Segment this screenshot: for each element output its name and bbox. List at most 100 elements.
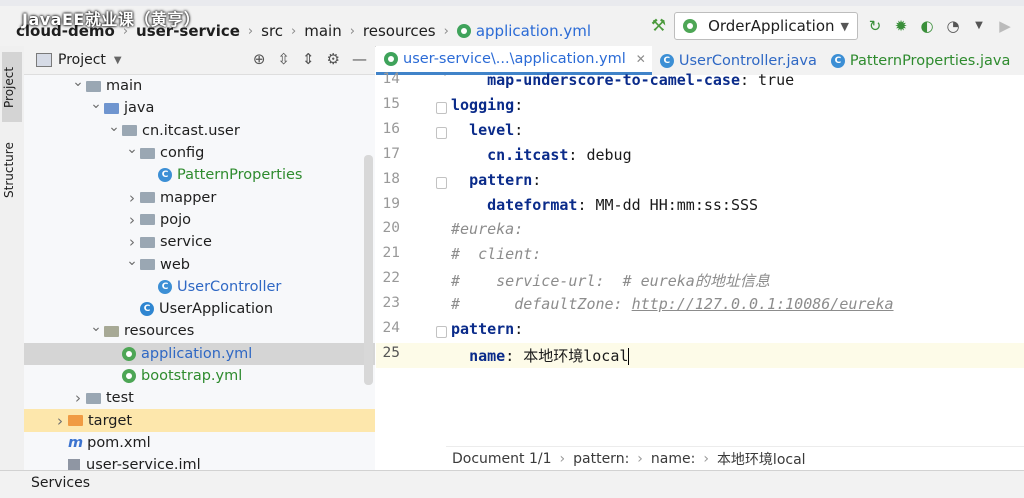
tree-item[interactable]: ⌄ resources bbox=[24, 319, 375, 342]
collapse-all-icon[interactable]: ⇕ bbox=[302, 50, 315, 68]
chevron-down-icon[interactable]: ▼ bbox=[114, 55, 122, 66]
tree-item[interactable]: ⌄ main bbox=[24, 75, 375, 97]
yaml-comment: # service-url: # eureka的地址信息 bbox=[451, 272, 770, 291]
run-play-icon[interactable]: ▶ bbox=[996, 17, 1014, 35]
yaml-text: : bbox=[532, 170, 542, 189]
services-tab[interactable]: Services bbox=[31, 475, 90, 491]
tree-item[interactable]: › target bbox=[24, 409, 375, 432]
editor-breadcrumb-name[interactable]: name: bbox=[651, 451, 695, 467]
locate-target-icon[interactable]: ⊕ bbox=[253, 50, 266, 68]
chevron-right-icon: › bbox=[247, 23, 254, 39]
minimize-icon[interactable]: — bbox=[352, 50, 367, 68]
chevron-down-icon[interactable]: ⌄ bbox=[124, 141, 140, 157]
tree-item[interactable]: C UserController bbox=[24, 276, 375, 298]
line-number: 19 bbox=[382, 195, 400, 212]
tree-item[interactable]: ⌄ config bbox=[24, 141, 375, 164]
folder-icon bbox=[140, 214, 155, 226]
tree-item[interactable]: ⌄ web bbox=[24, 253, 375, 275]
line-number: 15 bbox=[382, 95, 400, 112]
yaml-text bbox=[451, 196, 487, 214]
code-line[interactable]: # service-url: # eureka的地址信息 bbox=[451, 270, 770, 291]
fold-marker-icon[interactable] bbox=[436, 326, 447, 338]
fold-marker-icon[interactable] bbox=[436, 126, 447, 139]
chevron-down-icon[interactable]: ⌄ bbox=[88, 319, 104, 335]
tree-item[interactable]: › mapper bbox=[24, 186, 375, 208]
close-icon[interactable]: ✕ bbox=[636, 52, 646, 66]
chevron-right-icon[interactable]: › bbox=[70, 389, 86, 407]
rerun-icon[interactable]: ↻ bbox=[866, 17, 884, 35]
spring-yaml-icon bbox=[122, 346, 136, 361]
code-line[interactable]: name: 本地环境local bbox=[451, 345, 630, 366]
tree-item[interactable]: › pojo bbox=[24, 209, 375, 231]
breadcrumb-item-resources[interactable]: resources bbox=[363, 22, 436, 40]
tree-item[interactable]: › service bbox=[24, 231, 375, 253]
code-line[interactable]: #eureka: bbox=[451, 220, 523, 238]
tree-item[interactable]: ⌄ cn.itcast.user bbox=[24, 119, 375, 142]
coverage-icon[interactable]: ◐ bbox=[918, 17, 936, 35]
line-number: 25 bbox=[382, 344, 400, 361]
tree-item[interactable]: user-service.iml bbox=[24, 454, 375, 470]
yaml-key: cn.itcast bbox=[487, 145, 569, 164]
debug-bug-icon[interactable]: ✹ bbox=[892, 17, 910, 35]
chevron-right-icon[interactable]: › bbox=[52, 412, 68, 430]
editor-breadcrumb-pattern[interactable]: pattern: bbox=[573, 451, 629, 467]
more-run-options-icon[interactable]: ▼ bbox=[970, 17, 988, 35]
tree-item[interactable]: C UserApplication bbox=[24, 298, 375, 320]
breadcrumb-item-main[interactable]: main bbox=[304, 22, 341, 40]
tree-item[interactable]: application.yml bbox=[24, 342, 375, 365]
editor-tab[interactable]: C PatternProperties.java bbox=[823, 46, 1016, 75]
chevron-right-icon[interactable]: › bbox=[124, 211, 140, 229]
code-line[interactable]: cn.itcast: debug bbox=[451, 146, 632, 164]
tree-item[interactable]: › test bbox=[24, 387, 375, 409]
tab-project-tool[interactable]: Project bbox=[2, 52, 22, 122]
code-line[interactable]: pattern: bbox=[451, 320, 523, 338]
tree-item-label: UserController bbox=[177, 278, 282, 295]
code-line[interactable]: # defaultZone: http://127.0.0.1:10086/eu… bbox=[451, 295, 894, 313]
tree-item[interactable]: ⌄ java bbox=[24, 96, 375, 119]
chevron-down-icon[interactable]: ⌄ bbox=[106, 119, 122, 135]
chevron-right-icon[interactable]: › bbox=[124, 189, 140, 207]
breadcrumb-item-file[interactable]: application.yml bbox=[476, 22, 591, 40]
expand-all-icon[interactable]: ⇳ bbox=[277, 50, 290, 68]
tab-structure-tool[interactable]: Structure bbox=[2, 130, 22, 210]
project-tool-label: Project bbox=[2, 66, 16, 108]
editor-breadcrumb-value[interactable]: 本地环境local bbox=[717, 449, 806, 469]
code-line[interactable]: level: bbox=[451, 121, 523, 139]
run-configuration-select[interactable]: OrderApplication ▼ bbox=[674, 12, 858, 40]
java-class-icon: C bbox=[158, 279, 172, 294]
document-indicator[interactable]: Document 1/1 bbox=[452, 451, 552, 467]
code-line[interactable]: pattern: bbox=[451, 171, 541, 189]
chevron-down-icon[interactable]: ⌄ bbox=[124, 253, 140, 269]
editor-breadcrumb: Document 1/1 › pattern: › name: › 本地环境lo… bbox=[446, 446, 1024, 471]
tree-item-label: mapper bbox=[160, 189, 217, 206]
line-number: 22 bbox=[382, 270, 400, 287]
fold-marker-icon[interactable] bbox=[436, 101, 447, 114]
tree-item[interactable]: C PatternProperties bbox=[24, 164, 375, 186]
chevron-down-icon[interactable]: ⌄ bbox=[70, 75, 86, 90]
folder-icon bbox=[86, 80, 101, 92]
fold-marker-icon[interactable] bbox=[436, 176, 447, 189]
yaml-text: : bbox=[514, 320, 524, 338]
profile-icon[interactable]: ◔ bbox=[944, 17, 962, 35]
code-line[interactable]: logging: bbox=[451, 96, 523, 114]
line-number: 16 bbox=[382, 120, 400, 137]
yaml-text: : MM-dd HH:mm:ss:SSS bbox=[577, 195, 759, 214]
tree-item-label: service bbox=[160, 234, 212, 251]
yaml-file-icon bbox=[384, 52, 398, 66]
chevron-down-icon[interactable]: ⌄ bbox=[88, 96, 104, 112]
code-line[interactable]: dateformat: MM-dd HH:mm:ss:SSS bbox=[451, 196, 758, 214]
chevron-right-icon: › bbox=[349, 23, 355, 39]
yaml-text bbox=[451, 71, 487, 89]
build-hammer-icon[interactable]: ⚒ bbox=[651, 16, 666, 36]
tree-item-label: bootstrap.yml bbox=[141, 368, 243, 384]
yaml-text: : 本地环境local bbox=[505, 346, 629, 365]
project-panel-title[interactable]: Project bbox=[58, 52, 106, 68]
code-line[interactable]: # client: bbox=[451, 245, 541, 263]
chevron-right-icon[interactable]: › bbox=[124, 233, 140, 251]
gear-icon[interactable]: ⚙ bbox=[327, 50, 340, 68]
tree-item[interactable]: bootstrap.yml bbox=[24, 365, 375, 387]
code-line[interactable]: map-underscore-to-camel-case: true bbox=[451, 71, 794, 89]
folder-icon bbox=[140, 236, 155, 248]
tree-item[interactable]: m pom.xml bbox=[24, 432, 375, 454]
breadcrumb-item-src[interactable]: src bbox=[261, 22, 283, 40]
